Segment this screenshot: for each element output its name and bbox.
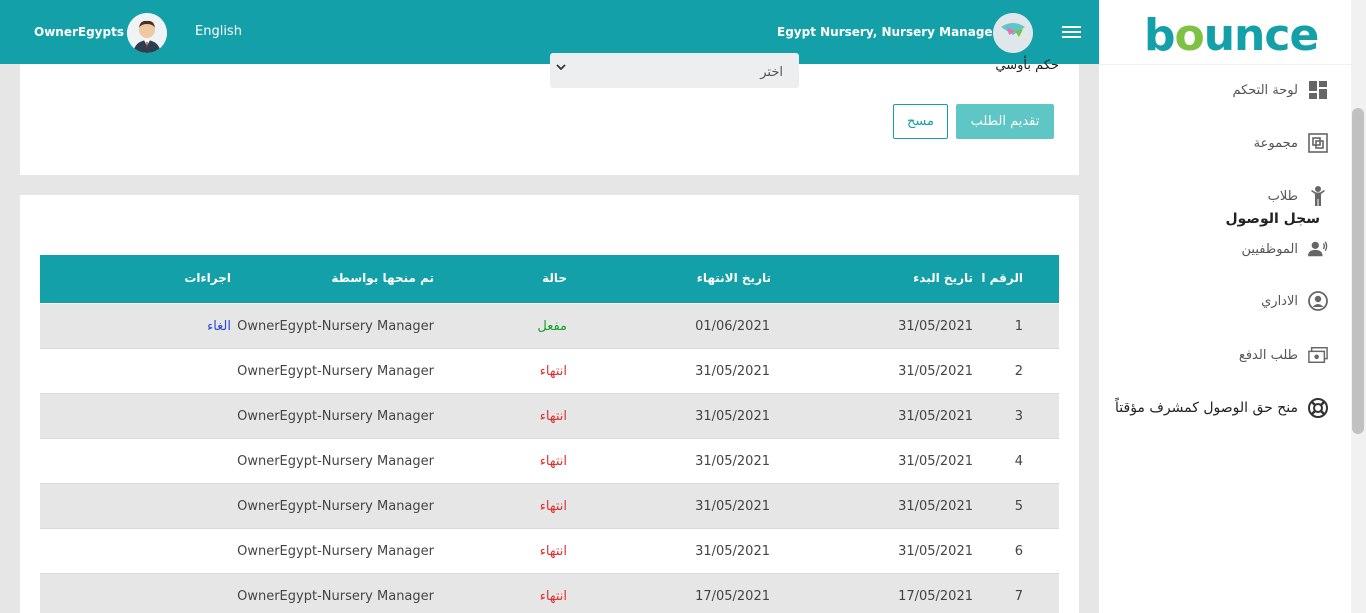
table-row: 6 31/05/2021 31/05/2021 انتهاء OwnerEgyp… bbox=[40, 529, 1059, 574]
student-icon bbox=[1308, 186, 1328, 206]
sidebar-item-label: طلب الدفع bbox=[1238, 347, 1298, 363]
clear-button[interactable]: مسح bbox=[893, 104, 948, 139]
cell-granted-by: OwnerEgypt-Nursery Manager bbox=[237, 544, 434, 559]
table-row: 7 17/05/2021 17/05/2021 انتهاء OwnerEgyp… bbox=[40, 574, 1059, 613]
chevron-down-icon bbox=[555, 61, 567, 77]
cell-start-date: 31/05/2021 bbox=[898, 364, 973, 379]
sidebar-item-label: الاداري bbox=[1261, 293, 1298, 309]
status-badge: انتهاء bbox=[539, 499, 567, 514]
cell-end-date: 01/06/2021 bbox=[695, 319, 770, 334]
scrollbar-thumb[interactable] bbox=[1352, 108, 1364, 434]
header-actions: اجراءات bbox=[184, 271, 231, 285]
cell-end-date: 17/05/2021 bbox=[695, 589, 770, 604]
sidebar-item-temp-admin-access[interactable]: منح حق الوصول كمشرف مؤقتاً bbox=[1115, 398, 1328, 418]
group-icon bbox=[1308, 133, 1328, 153]
cell-end-date: 31/05/2021 bbox=[695, 454, 770, 469]
header-status: حالة bbox=[542, 271, 567, 285]
payment-icon bbox=[1308, 345, 1328, 365]
access-log-title: سجل الوصول bbox=[1225, 211, 1320, 227]
cell-end-date: 31/05/2021 bbox=[695, 499, 770, 514]
status-select[interactable]: اختر bbox=[550, 53, 799, 88]
cell-granted-by: OwnerEgypt-Nursery Manager bbox=[237, 409, 434, 424]
sidebar-item-payment[interactable]: طلب الدفع bbox=[1239, 345, 1328, 365]
sidebar-item-label: الموظفيين bbox=[1241, 241, 1298, 257]
status-badge: انتهاء bbox=[539, 409, 567, 424]
cell-num: 2 bbox=[1014, 364, 1023, 379]
cell-end-date: 31/05/2021 bbox=[695, 409, 770, 424]
cell-num: 6 bbox=[1014, 544, 1023, 559]
org-label: Egypt Nursery, Nursery Manager bbox=[777, 25, 999, 39]
table-row: 4 31/05/2021 31/05/2021 انتهاء OwnerEgyp… bbox=[40, 439, 1059, 484]
cell-start-date: 31/05/2021 bbox=[898, 319, 973, 334]
header-granted-by: تم منحها بواسطة bbox=[331, 271, 434, 285]
cell-num: 7 bbox=[1014, 589, 1023, 604]
header-start-date: تاريخ البدء bbox=[913, 271, 973, 285]
org-logo bbox=[993, 13, 1033, 53]
header-end-date: تاريخ الانتهاء bbox=[696, 271, 771, 285]
cell-start-date: 31/05/2021 bbox=[898, 409, 973, 424]
header-num: الرقم ا bbox=[981, 271, 1023, 285]
cell-granted-by: OwnerEgypt-Nursery Manager bbox=[237, 499, 434, 514]
cell-start-date: 31/05/2021 bbox=[898, 499, 973, 514]
lifebuoy-icon bbox=[1308, 398, 1328, 418]
sidebar-item-label: لوحة التحكم bbox=[1232, 82, 1298, 98]
dashboard-icon bbox=[1308, 80, 1328, 100]
cell-end-date: 31/05/2021 bbox=[695, 364, 770, 379]
cell-granted-by: OwnerEgypt-Nursery Manager bbox=[237, 454, 434, 469]
staff-icon bbox=[1308, 239, 1328, 259]
cell-start-date: 31/05/2021 bbox=[898, 454, 973, 469]
user-avatar[interactable] bbox=[127, 13, 167, 53]
submit-button[interactable]: تقديم الطلب bbox=[956, 104, 1054, 139]
cell-granted-by: OwnerEgypt-Nursery Manager bbox=[237, 364, 434, 379]
sidebar-item-dashboard[interactable]: لوحة التحكم bbox=[1232, 80, 1328, 100]
cell-start-date: 31/05/2021 bbox=[898, 544, 973, 559]
status-badge: انتهاء bbox=[539, 364, 567, 379]
table-row: 2 31/05/2021 31/05/2021 انتهاء OwnerEgyp… bbox=[40, 349, 1059, 394]
sidebar-divider bbox=[1099, 64, 1351, 65]
sidebar-item-staff[interactable]: الموظفيين bbox=[1242, 239, 1328, 259]
status-badge: انتهاء bbox=[539, 544, 567, 559]
sidebar-item-admin[interactable]: الاداري bbox=[1261, 291, 1328, 311]
status-badge: انتهاء bbox=[539, 589, 567, 604]
cell-num: 5 bbox=[1014, 499, 1023, 514]
cancel-link[interactable]: الغاء bbox=[207, 319, 231, 334]
user-name[interactable]: OwnerEgypts bbox=[34, 25, 124, 39]
filter-label: حكم بأوسي bbox=[995, 58, 1059, 73]
sidebar-item-label: منح حق الوصول كمشرف مؤقتاً bbox=[1115, 400, 1298, 416]
status-badge: مفعل bbox=[537, 319, 567, 334]
table-row: 1 31/05/2021 01/06/2021 مفعل OwnerEgypt-… bbox=[40, 304, 1059, 349]
cell-num: 4 bbox=[1014, 454, 1023, 469]
admin-icon bbox=[1308, 291, 1328, 311]
language-switch[interactable]: English bbox=[195, 24, 242, 39]
table-row: 3 31/05/2021 31/05/2021 انتهاء OwnerEgyp… bbox=[40, 394, 1059, 439]
cell-num: 3 bbox=[1014, 409, 1023, 424]
status-badge: انتهاء bbox=[539, 454, 567, 469]
sidebar-item-label: طلاب bbox=[1267, 188, 1298, 204]
sidebar-item-label: مجموعة bbox=[1253, 135, 1298, 151]
select-value: اختر bbox=[760, 65, 783, 80]
table-row: 5 31/05/2021 31/05/2021 انتهاء OwnerEgyp… bbox=[40, 484, 1059, 529]
hamburger-menu-icon[interactable] bbox=[1062, 24, 1084, 40]
sidebar-item-students[interactable]: طلاب bbox=[1268, 186, 1328, 206]
cell-start-date: 17/05/2021 bbox=[898, 589, 973, 604]
cell-granted-by: OwnerEgypt-Nursery Manager bbox=[237, 589, 434, 604]
cell-num: 1 bbox=[1014, 319, 1023, 334]
table-header: الرقم ا تاريخ البدء تاريخ الانتهاء حالة … bbox=[40, 255, 1059, 303]
cell-granted-by: OwnerEgypt-Nursery Manager bbox=[237, 319, 434, 334]
bounce-logo[interactable]: bounce bbox=[1144, 10, 1319, 61]
cell-end-date: 31/05/2021 bbox=[695, 544, 770, 559]
sidebar-item-group[interactable]: مجموعة bbox=[1254, 133, 1328, 153]
